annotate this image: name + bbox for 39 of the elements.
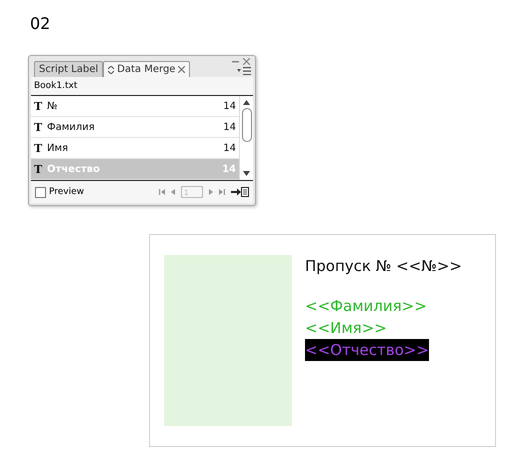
merge-field-text: <<Фамилия>> bbox=[305, 296, 427, 317]
create-merged-document-icon[interactable] bbox=[231, 187, 249, 197]
text-field-icon: T bbox=[34, 100, 47, 112]
field-count: 14 bbox=[223, 100, 236, 112]
close-icon[interactable] bbox=[243, 58, 250, 65]
field-row[interactable]: T № 14 bbox=[31, 96, 239, 117]
field-row[interactable]: T Отчество 14 bbox=[31, 159, 239, 180]
scroll-up-icon[interactable] bbox=[243, 100, 250, 105]
field-count: 14 bbox=[223, 122, 236, 132]
panel-menu-icon[interactable] bbox=[237, 67, 251, 75]
sort-icon bbox=[108, 66, 114, 74]
field-name: Отчество bbox=[47, 164, 101, 174]
field-row[interactable]: T Фамилия 14 bbox=[31, 117, 239, 138]
pass-title: Пропуск № <<№>> bbox=[305, 257, 462, 275]
preview-label: Preview bbox=[49, 187, 84, 197]
field-count: 14 bbox=[222, 164, 236, 174]
field-name: № bbox=[47, 100, 58, 112]
next-record-icon[interactable] bbox=[209, 189, 213, 195]
close-icon[interactable] bbox=[178, 66, 186, 73]
text-field-icon: T bbox=[34, 142, 47, 154]
source-file-name: Book1.txt bbox=[33, 80, 78, 93]
page-label: 02 bbox=[30, 14, 50, 33]
panel-tab[interactable]: Script Label bbox=[34, 61, 104, 77]
first-record-icon[interactable] bbox=[159, 189, 165, 195]
last-record-icon[interactable] bbox=[219, 189, 225, 195]
text-field-icon: T bbox=[34, 162, 47, 176]
field-count: 14 bbox=[223, 142, 236, 154]
text-field-icon: T bbox=[34, 120, 47, 134]
merge-field-text: <<Имя>> bbox=[305, 318, 387, 339]
field-name: Имя bbox=[47, 142, 70, 154]
scroll-down-icon[interactable] bbox=[243, 171, 250, 176]
merge-field-text: <<Отчество>> bbox=[305, 339, 429, 361]
field-name: Фамилия bbox=[47, 122, 96, 132]
scrollbar[interactable] bbox=[239, 96, 253, 180]
scroll-thumb[interactable] bbox=[242, 108, 252, 142]
previous-record-icon[interactable] bbox=[171, 189, 175, 195]
minimize-icon[interactable] bbox=[232, 60, 239, 63]
preview-checkbox[interactable] bbox=[35, 186, 46, 198]
panel-tab[interactable]: Data Merge bbox=[103, 61, 190, 77]
